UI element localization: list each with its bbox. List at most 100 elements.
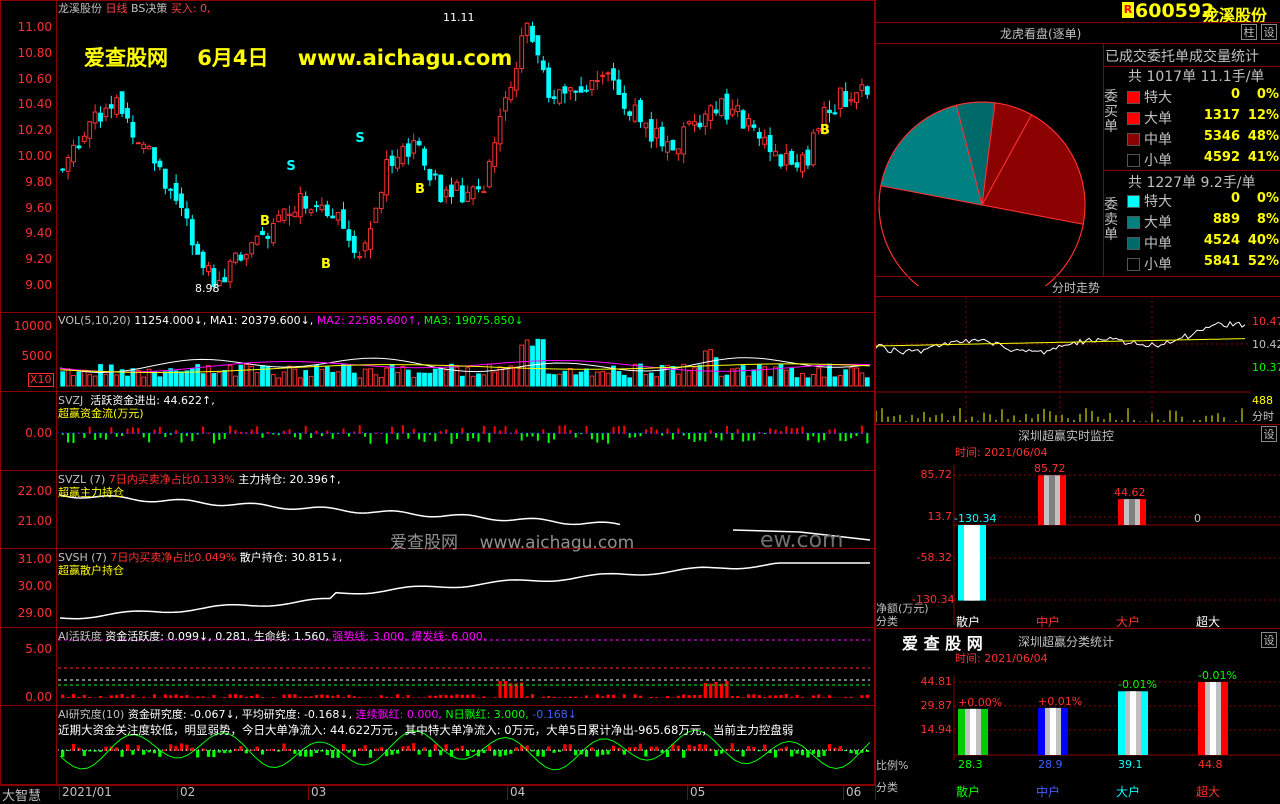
ai-active-bar	[126, 697, 129, 698]
volume-bar	[774, 367, 778, 386]
ai-active-bar	[358, 697, 361, 698]
svzj-bar	[602, 433, 604, 440]
sell-total: 共 1227单 9.2手/单	[1128, 172, 1256, 192]
swatch	[1127, 154, 1140, 167]
volume-bar	[525, 340, 529, 386]
ai-research-bar	[407, 746, 410, 751]
svzj-bar	[553, 433, 555, 439]
ai-research-bar	[196, 750, 199, 758]
candle-body	[579, 87, 583, 92]
candle-body	[514, 69, 518, 90]
monitor-value: 44.62	[1114, 486, 1146, 499]
volume-bar	[709, 350, 713, 386]
svzj-bar	[483, 426, 485, 434]
candle-body	[849, 100, 853, 101]
ai-active-bar	[255, 694, 258, 698]
candle-body	[504, 98, 508, 111]
stock-name: 龙溪股份	[58, 2, 102, 15]
candle-body	[676, 149, 680, 154]
ai-active-bar	[752, 694, 755, 698]
svzj-bar	[818, 433, 820, 442]
candle-body	[779, 155, 783, 166]
volume-bar	[423, 373, 427, 386]
candle-body	[417, 141, 421, 144]
svzj-bar	[807, 433, 809, 440]
ai-research-bar	[509, 750, 512, 754]
candle-body	[196, 244, 200, 254]
candle-body	[671, 140, 675, 150]
vol-ma1: MA1: 20379.600↓,	[210, 314, 313, 327]
ai-research-bar	[261, 750, 264, 755]
candle-body	[541, 61, 545, 70]
volume-bar	[471, 376, 475, 386]
stat2-category: 散户	[956, 783, 980, 800]
price-axis-label: 9.00	[0, 278, 52, 292]
ai-active-bar	[812, 695, 815, 698]
candle-body	[77, 146, 81, 148]
ai-active-bar	[223, 697, 226, 698]
svzj-bar	[764, 433, 766, 434]
candle-body	[450, 185, 454, 196]
ai-active-bar	[380, 695, 383, 698]
candle-body	[109, 105, 113, 108]
ai-active-bar	[741, 697, 744, 698]
svzj-bar	[866, 433, 868, 443]
watermark-site: 爱查股网	[84, 46, 168, 70]
volume-bar	[277, 378, 281, 386]
ai-active-bar	[633, 694, 636, 698]
intraday-title: 分时走势	[1052, 279, 1100, 296]
candle-body	[730, 109, 734, 115]
ai-active-bar	[709, 684, 712, 698]
volume-bar	[504, 369, 508, 386]
stat2-bar	[958, 709, 988, 755]
candle-body	[655, 128, 659, 138]
ai-active-bar	[736, 696, 739, 698]
volume-bar	[493, 372, 497, 386]
volume-bar	[66, 369, 70, 386]
date-axis-label: 03	[311, 785, 326, 799]
date-axis	[0, 785, 875, 801]
ai-active-bar	[790, 697, 793, 698]
svzj-bar	[537, 433, 539, 441]
svsh-axis-29: 29.00	[0, 606, 52, 620]
ai-active-bar	[450, 695, 453, 698]
settings-button[interactable]: 设	[1261, 24, 1277, 40]
candle-body	[828, 110, 832, 112]
candle-body	[725, 94, 729, 119]
candle-body	[201, 252, 205, 267]
volume-bar	[201, 374, 205, 386]
svzj-bar	[575, 433, 577, 438]
stat2-settings-button[interactable]: 设	[1261, 632, 1277, 648]
intraday-chart[interactable]	[876, 296, 1251, 424]
volume-bar	[676, 374, 680, 386]
candle-body	[115, 98, 119, 115]
ai-research-bar	[191, 748, 194, 751]
monitor-bar	[958, 525, 986, 601]
volume-bar	[320, 369, 324, 386]
ai-active-bar	[763, 697, 766, 698]
volume-bar	[369, 369, 373, 386]
candle-body	[568, 88, 572, 91]
candle-body	[649, 120, 653, 141]
ai-research-bar	[466, 750, 469, 756]
volume-bar	[752, 370, 756, 386]
period-label[interactable]: 日线	[106, 2, 128, 15]
buy-signal: B	[260, 214, 270, 229]
candle-body	[174, 183, 178, 200]
bar-toggle-button[interactable]: 柱	[1241, 24, 1257, 40]
volume-bar	[142, 377, 146, 386]
candle-body	[439, 175, 443, 201]
row-pct: 48%	[1243, 129, 1279, 144]
indicator-label[interactable]: BS决策	[131, 2, 167, 15]
ai-research-bar	[212, 750, 215, 757]
svzj-bar	[796, 428, 798, 434]
volume-bar	[574, 375, 578, 386]
volume-bar	[725, 375, 729, 386]
ai-research-bar	[131, 750, 134, 755]
monitor-settings-button[interactable]: 设	[1261, 426, 1277, 442]
monitor-bar	[1038, 475, 1066, 525]
candle-body	[136, 143, 140, 144]
svzj-bar	[731, 433, 733, 440]
sell-side-label: 委卖单	[1104, 198, 1122, 243]
ai-active-bar	[801, 697, 804, 698]
